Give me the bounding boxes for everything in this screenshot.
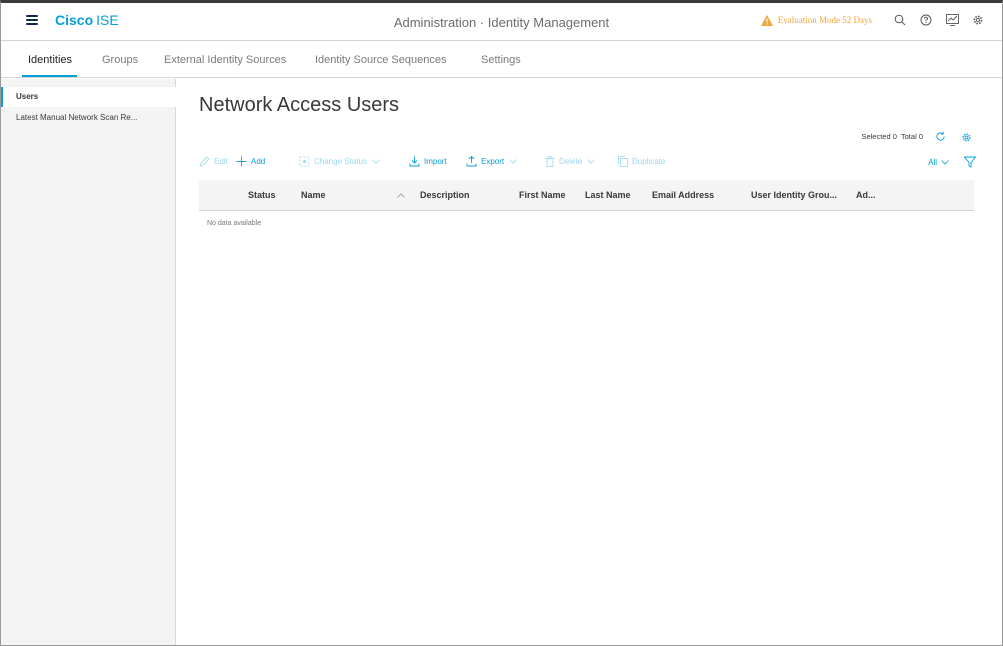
filter-icon[interactable]: [964, 156, 976, 168]
empty-table-message: No data available: [207, 220, 262, 227]
chevron-down-icon: [372, 159, 380, 164]
sidebar-item-users[interactable]: Users: [1, 87, 176, 107]
import-icon: [409, 156, 420, 167]
export-button[interactable]: Export: [466, 156, 521, 167]
filter-select[interactable]: All: [928, 156, 976, 168]
column-user-identity-group[interactable]: User Identity Grou...: [751, 190, 837, 200]
settings-gear-icon[interactable]: [970, 12, 986, 28]
column-first-name[interactable]: First Name: [519, 190, 566, 200]
evaluation-text: Evaluation Mode 52 Days: [777, 15, 872, 25]
column-name[interactable]: Name: [301, 190, 326, 200]
table-header: Status Name Description First Name Last …: [199, 180, 974, 211]
menu-icon[interactable]: [26, 15, 38, 25]
chevron-down-icon: [587, 159, 595, 164]
delete-label: Delete: [559, 157, 583, 166]
duplicate-icon: [618, 156, 628, 167]
column-description[interactable]: Description: [420, 190, 470, 200]
brand-product: ISE: [96, 12, 119, 28]
breadcrumb-text: Administration · Identity Management: [393, 15, 610, 30]
duplicate-label: Duplicate: [632, 157, 666, 166]
column-email-address[interactable]: Email Address: [652, 190, 714, 200]
export-icon: [466, 156, 477, 167]
duplicate-button[interactable]: Duplicate: [618, 156, 665, 167]
chevron-down-icon: [509, 159, 517, 164]
add-label: Add: [251, 157, 266, 166]
tab-bar: Identities Groups External Identity Sour…: [1, 42, 1002, 78]
users-table: Status Name Description First Name Last …: [199, 180, 974, 227]
sort-ascending-icon[interactable]: [397, 193, 405, 198]
tab-identities[interactable]: Identities: [28, 54, 72, 66]
filter-label: All: [928, 157, 937, 167]
search-icon[interactable]: [892, 12, 908, 28]
column-admin[interactable]: Ad...: [856, 190, 876, 200]
change-status-button[interactable]: Change Status: [299, 156, 384, 167]
import-button[interactable]: Import: [409, 156, 447, 167]
edit-label: Edit: [214, 157, 228, 166]
help-icon[interactable]: [918, 12, 934, 28]
tab-settings[interactable]: Settings: [481, 54, 521, 66]
add-button[interactable]: Add: [236, 156, 265, 167]
pencil-icon: [199, 156, 210, 167]
selected-count: Selected 0: [861, 132, 897, 141]
sidebar-item-latest-scan[interactable]: Latest Manual Network Scan Re...: [1, 108, 176, 128]
tab-groups[interactable]: Groups: [102, 54, 138, 66]
column-last-name[interactable]: Last Name: [585, 190, 631, 200]
plus-icon: [236, 156, 247, 167]
tab-external-identity-sources[interactable]: External Identity Sources: [164, 54, 286, 66]
evaluation-banner[interactable]: Evaluation Mode 52 Days: [760, 14, 872, 26]
warning-icon: [760, 14, 773, 26]
tab-identity-source-sequences[interactable]: Identity Source Sequences: [315, 54, 446, 66]
selection-counters: Selected 0 Total 0: [861, 131, 946, 142]
sidebar: Users Latest Manual Network Scan Re...: [1, 79, 176, 645]
total-count: Total 0: [900, 132, 923, 141]
edit-button[interactable]: Edit: [199, 156, 228, 167]
app-window: Cisco ISE Administration · Identity Manag…: [0, 0, 1003, 646]
top-header: Cisco ISE Administration · Identity Manag…: [1, 3, 1002, 41]
refresh-icon[interactable]: [935, 131, 946, 142]
delete-button[interactable]: Delete: [545, 156, 599, 167]
dashboard-icon[interactable]: [944, 12, 960, 28]
chevron-down-icon: [941, 159, 949, 165]
change-status-label: Change Status: [314, 157, 367, 166]
trash-icon: [545, 156, 555, 167]
export-label: Export: [481, 157, 505, 166]
column-status[interactable]: Status: [248, 190, 276, 200]
import-label: Import: [424, 157, 447, 166]
active-tab-indicator: [22, 75, 77, 77]
brand-logo[interactable]: Cisco ISE: [55, 12, 119, 28]
brand-name: Cisco: [55, 12, 94, 28]
page-title: Network Access Users: [199, 94, 400, 116]
table-settings-icon[interactable]: [961, 130, 972, 148]
status-icon: [299, 156, 310, 167]
